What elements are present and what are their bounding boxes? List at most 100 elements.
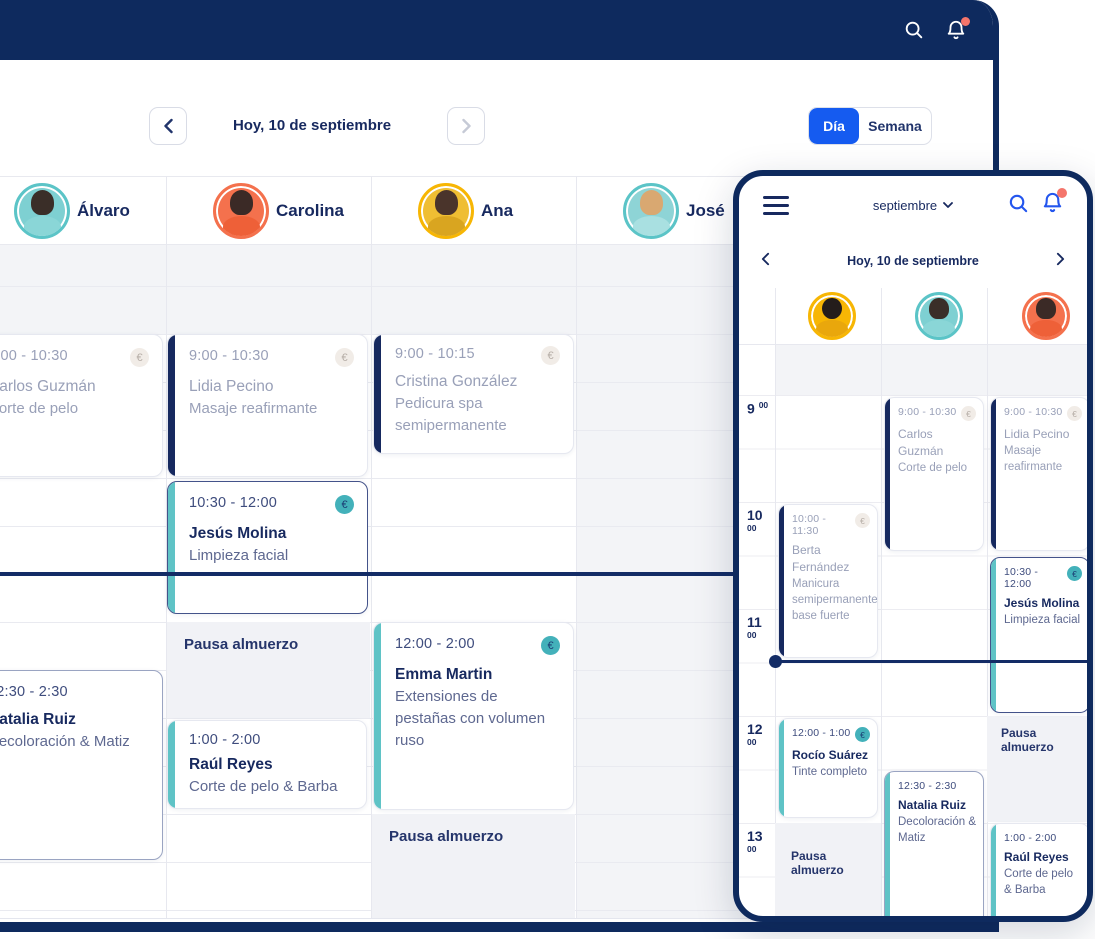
search-icon[interactable] [1007, 192, 1030, 220]
chevron-down-icon [943, 202, 954, 208]
staff-name: José [686, 201, 725, 220]
avatar [623, 183, 679, 239]
appointment-time: 9:00 - 10:30 [1004, 406, 1063, 418]
staff-header-alvaro[interactable]: Álvaro [14, 182, 130, 240]
staff-header-carolina[interactable]: Carolina [213, 182, 344, 240]
appointment-card-cristina[interactable]: 9:00 - 10:15 € Cristina González Pedicur… [373, 334, 574, 454]
notification-badge [1057, 188, 1067, 198]
client-name: Raúl Reyes [189, 756, 273, 773]
lunch-break-label: Pausa almuerzo [791, 849, 844, 877]
client-name: Jesús Molina [1004, 596, 1080, 610]
bell-icon[interactable] [943, 17, 970, 43]
staff-name: Álvaro [77, 201, 130, 220]
current-time-indicator [775, 660, 1087, 663]
mobile-calendar-app: septiembre Hoy, 10 de septiembre 9 00 10… [733, 170, 1093, 922]
appointment-card-lidia[interactable]: 9:00 - 10:30 € Lidia Pecino Masaje reafi… [990, 397, 1087, 551]
appointment-time: 9:00 - 10:15 [395, 346, 475, 362]
avatar [418, 183, 474, 239]
toggle-day-button[interactable]: Día [809, 108, 859, 144]
euro-paid-icon: € [1067, 406, 1082, 421]
current-date-label: Hoy, 10 de septiembre [847, 254, 979, 268]
staff-name: Ana [481, 201, 514, 220]
service-name: Corte de pelo [898, 461, 968, 474]
appointment-time: 12:00 - 2:00 [395, 636, 475, 652]
appointment-time: 12:30 - 2:30 [898, 780, 957, 792]
appointment-card-emma[interactable]: 12:00 - 2:00 € Emma Martin Extensiones d… [373, 622, 574, 810]
avatar [213, 183, 269, 239]
appointment-card-carlos[interactable]: 9:00 - 10:30 € Carlos Guzmán Corte de pe… [884, 397, 984, 551]
next-day-button[interactable] [1056, 252, 1065, 271]
hour-label: 12 00 [747, 721, 763, 747]
next-day-button[interactable] [447, 107, 485, 145]
hour-label: 9 00 [747, 400, 769, 417]
client-name: Rocío Suárez [792, 748, 869, 762]
appointment-time: 12:00 - 1:00 [792, 727, 851, 739]
client-name: Carlos Guzmán [898, 427, 944, 458]
desktop-top-bar [0, 0, 993, 60]
toggle-week-button[interactable]: Semana [859, 108, 931, 144]
staff-avatar-carolina[interactable] [1022, 292, 1070, 340]
appointment-card-raul[interactable]: 1:00 - 2:00 Raúl Reyes Corte de pelo & B… [990, 823, 1087, 916]
euro-paid-icon: € [961, 406, 976, 421]
view-toggle: Día Semana [808, 107, 932, 145]
staff-header-jose[interactable]: José [623, 182, 725, 240]
appointment-card-natalia[interactable]: 12:30 - 2:30 Natalia Ruiz Decoloración &… [0, 670, 163, 860]
client-name: Natalia Ruiz [0, 711, 76, 728]
month-dropdown[interactable]: septiembre [739, 196, 1087, 214]
service-name: Corte de pelo [0, 400, 79, 418]
euro-paid-icon: € [335, 495, 354, 514]
appointment-card-lidia[interactable]: 9:00 - 10:30 € Lidia Pecino Masaje reafi… [167, 334, 368, 477]
euro-paid-icon: € [335, 348, 354, 367]
euro-paid-icon: € [541, 636, 560, 655]
appointment-time: 1:00 - 2:00 [189, 732, 261, 748]
euro-paid-icon: € [541, 346, 560, 365]
appointment-card-carlos[interactable]: 9:00 - 10:30 € Carlos Guzmán Corte de pe… [0, 334, 163, 477]
desktop-bottom-bar [0, 922, 993, 932]
staff-avatar-1[interactable] [808, 292, 856, 340]
column-divider [576, 176, 577, 918]
service-name: Decoloración & Matiz [0, 733, 130, 751]
appointment-card-berta[interactable]: 10:00 - 11:30 € Berta Fernández Manicura… [778, 504, 878, 658]
lunch-break-carolina: Pausa almuerzo [987, 716, 1087, 822]
lunch-break-label: Pausa almuerzo [389, 828, 504, 845]
column-divider [371, 176, 372, 918]
appointment-time: 9:00 - 10:30 [189, 348, 269, 364]
appointment-time: 12:30 - 2:30 [0, 684, 68, 700]
current-date-label: Hoy, 10 de septiembre [232, 117, 392, 134]
staff-header-ana[interactable]: Ana [418, 182, 513, 240]
appointment-time: 1:00 - 2:00 [1004, 832, 1057, 844]
service-name: Extensiones de pestañas con volumen ruso [395, 688, 546, 749]
column-divider [881, 288, 882, 916]
appointment-card-jesus[interactable]: 10:30 - 12:00 € Jesús Molina Limpieza fa… [167, 481, 368, 614]
appointment-time: 10:30 - 12:00 [1004, 566, 1039, 590]
appointment-card-natalia[interactable]: 12:30 - 2:30 Natalia Ruiz Decoloración &… [884, 771, 984, 916]
service-name: Manicura semipermanente base fuerte [792, 577, 878, 622]
prev-day-button[interactable] [149, 107, 187, 145]
appointment-time: 10:00 - 11:30 [792, 513, 827, 537]
appointment-card-jesus[interactable]: 10:30 - 12:00 € Jesús Molina Limpieza fa… [990, 557, 1087, 713]
appointment-card-raul[interactable]: 1:00 - 2:00 Raúl Reyes Corte de pelo & B… [167, 720, 367, 809]
client-name: Natalia Ruiz [898, 798, 967, 812]
appointment-card-rocio[interactable]: 12:00 - 1:00 € Rocío Suárez Tinte comple… [778, 718, 878, 818]
notification-badge [961, 17, 970, 26]
client-name: Emma Martin [395, 666, 493, 683]
service-name: Corte de pelo & Barba [1004, 867, 1074, 896]
search-icon[interactable] [901, 17, 927, 43]
staff-avatar-row [739, 288, 1087, 344]
client-name: Jesús Molina [189, 525, 287, 542]
hour-label: 10 00 [747, 507, 763, 533]
avatar [14, 183, 70, 239]
euro-paid-icon: € [855, 727, 870, 742]
lunch-break-label: Pausa almuerzo [184, 636, 299, 653]
current-time-dot [769, 655, 782, 668]
client-name: Lidia Pecino [189, 378, 274, 395]
staff-avatar-alvaro[interactable] [915, 292, 963, 340]
lunch-break-1: Pausa almuerzo [775, 823, 881, 916]
euro-paid-icon: € [1067, 566, 1082, 581]
euro-paid-icon: € [855, 513, 870, 528]
client-name: Berta Fernández [792, 543, 850, 574]
service-name: Masaje reafirmante [1004, 444, 1063, 473]
service-name: Decoloración & Matiz [898, 815, 976, 844]
staff-name: Carolina [276, 201, 345, 220]
appointment-time: 9:00 - 10:30 [898, 406, 957, 418]
